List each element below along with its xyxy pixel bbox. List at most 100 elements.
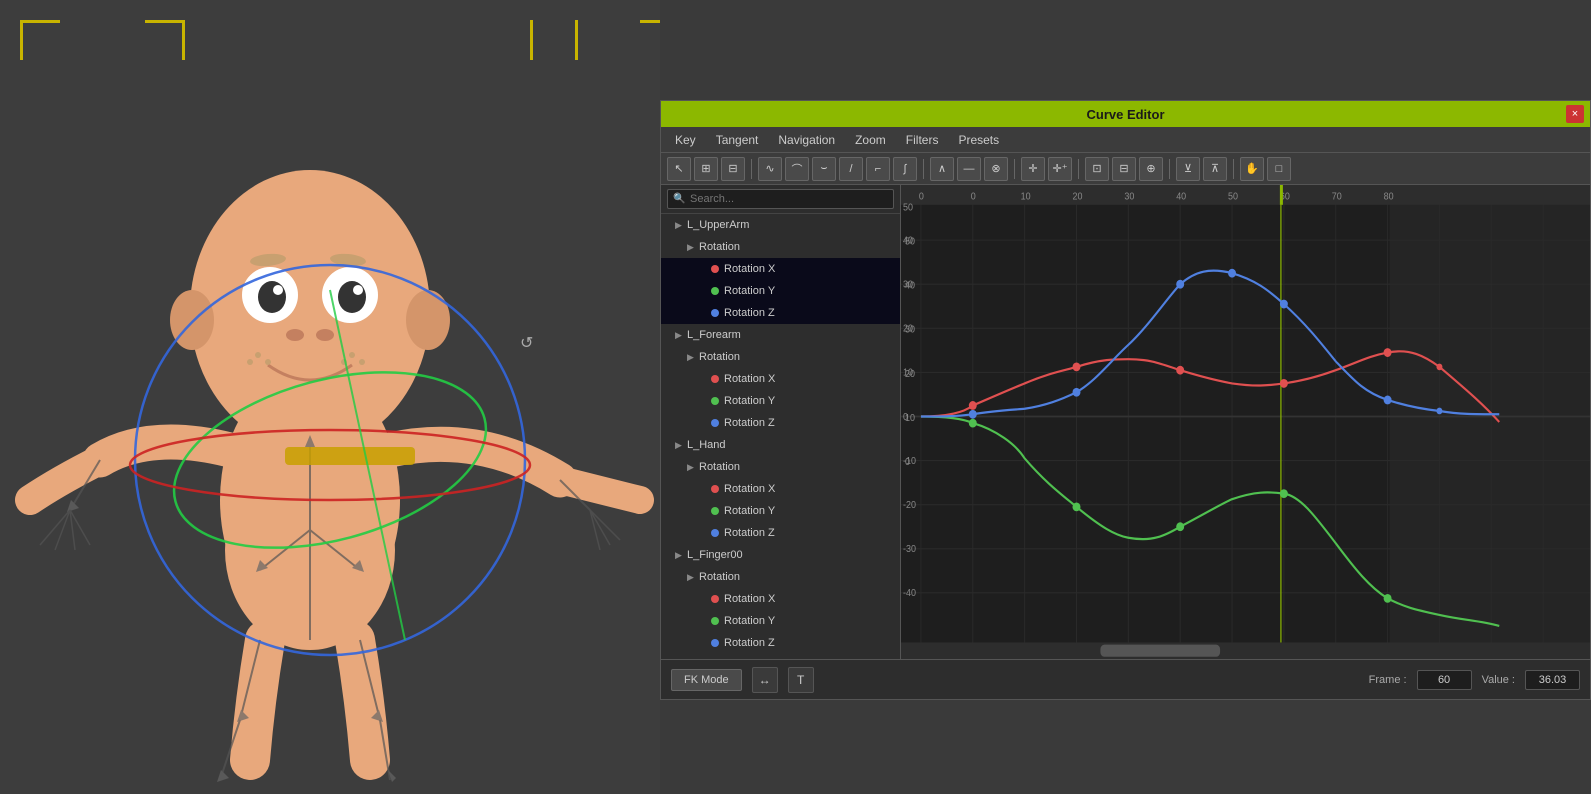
tree-item-rotation-finger00[interactable]: ▶ Rotation — [661, 566, 900, 588]
dot-rx-upperarm — [711, 265, 719, 273]
tool-unify-tangent[interactable]: ⊼ — [1203, 157, 1227, 181]
svg-text:0: 0 — [919, 191, 924, 203]
fk-mode-button[interactable]: FK Mode — [671, 669, 742, 691]
tool-tangent-auto[interactable]: ∧ — [930, 157, 954, 181]
tool-zoom-region[interactable]: ⊕ — [1139, 157, 1163, 181]
tree-item-rx-forearm[interactable]: Rotation X — [661, 368, 900, 390]
tool-pan[interactable]: ✋ — [1240, 157, 1264, 181]
tree-item-rotation-hand[interactable]: ▶ Rotation — [661, 456, 900, 478]
tool-fit-selected[interactable]: ⊟ — [1112, 157, 1136, 181]
label-ry-upperarm: Rotation Y — [724, 285, 775, 297]
label-L-Hand: L_Hand — [687, 439, 726, 451]
label-L-UpperArm: L_UpperArm — [687, 219, 749, 231]
tool-add-key[interactable]: ✛⁺ — [1048, 157, 1072, 181]
tree-item-rz-finger00[interactable]: Rotation Z — [661, 632, 900, 654]
tree-item-ry-hand[interactable]: Rotation Y — [661, 500, 900, 522]
tool-break-tangent[interactable]: ⊻ — [1176, 157, 1200, 181]
tree-item-rx-finger00[interactable]: Rotation X — [661, 588, 900, 610]
dot-rz-upperarm — [711, 309, 719, 317]
dot-rz-hand — [711, 529, 719, 537]
tool-fit-view[interactable]: ⊡ — [1085, 157, 1109, 181]
svg-text:80: 80 — [1384, 191, 1394, 203]
tree-item-rotation-upperarm[interactable]: ▶ Rotation — [661, 236, 900, 258]
toolbar-sep5 — [1169, 159, 1170, 179]
tool-tangent-flat[interactable]: — — [957, 157, 981, 181]
menu-filters[interactable]: Filters — [898, 131, 947, 149]
label-rotation-finger00: Rotation — [699, 571, 740, 583]
tree-item-rotation-forearm[interactable]: ▶ Rotation — [661, 346, 900, 368]
tree-item-rx-upperarm[interactable]: Rotation X — [661, 258, 900, 280]
label-rotation-hand: Rotation — [699, 461, 740, 473]
tool-select[interactable]: ↖ — [667, 157, 691, 181]
tree-item-rz-hand[interactable]: Rotation Z — [661, 522, 900, 544]
label-L-Forearm: L_Forearm — [687, 329, 741, 341]
dot-ry-hand — [711, 507, 719, 515]
svg-text:0: 0 — [903, 411, 908, 423]
label-ry-finger00: Rotation Y — [724, 615, 775, 627]
tree-item-rz-upperarm[interactable]: Rotation Z — [661, 302, 900, 324]
tool-spline[interactable]: ∿ — [758, 157, 782, 181]
frame-input[interactable] — [1417, 670, 1472, 690]
tool-info[interactable]: □ — [1267, 157, 1291, 181]
menu-presets[interactable]: Presets — [950, 131, 1007, 149]
menu-tangent[interactable]: Tangent — [708, 131, 767, 149]
menu-key[interactable]: Key — [667, 131, 704, 149]
tree-item-ry-finger00[interactable]: Rotation Y — [661, 610, 900, 632]
bottom-icon-left[interactable]: ↔ — [752, 667, 778, 693]
tool-ease-out[interactable]: ⌣ — [812, 157, 836, 181]
menu-zoom[interactable]: Zoom — [847, 131, 894, 149]
tool-step[interactable]: ⌐ — [866, 157, 890, 181]
label-rotation-forearm: Rotation — [699, 351, 740, 363]
bottom-icon-text[interactable]: T — [788, 667, 814, 693]
tool-linear[interactable]: / — [839, 157, 863, 181]
tree-item-L-UpperArm[interactable]: ▶ L_UpperArm — [661, 214, 900, 236]
title-bar: Curve Editor × — [661, 101, 1590, 127]
value-input[interactable] — [1525, 670, 1580, 690]
tool-ease-in[interactable]: ⌒ — [785, 157, 809, 181]
tool-lock[interactable]: ⊗ — [984, 157, 1008, 181]
label-rz-forearm: Rotation Z — [724, 417, 775, 429]
tree-item-L-Finger00[interactable]: ▶ L_Finger00 — [661, 544, 900, 566]
track-tree: ▶ L_UpperArm ▶ Rotation — [661, 214, 900, 659]
svg-text:-30: -30 — [903, 544, 916, 556]
arrow-rotation-upperarm: ▶ — [687, 242, 699, 253]
toolbar: ↖ ⊞ ⊟ ∿ ⌒ ⌣ / ⌐ ∫ ∧ — ⊗ ✛ ✛⁺ ⊡ ⊟ ⊕ ⊻ ⊼ ✋… — [661, 153, 1590, 185]
dot-ry-forearm — [711, 397, 719, 405]
label-L-Finger00: L_Finger00 — [687, 549, 743, 561]
label-rz-hand: Rotation Z — [724, 527, 775, 539]
label-ry-hand: Rotation Y — [724, 505, 775, 517]
dot-ry-finger00 — [711, 617, 719, 625]
toolbar-sep4 — [1078, 159, 1079, 179]
tree-item-rz-forearm[interactable]: Rotation Z — [661, 412, 900, 434]
svg-text:30: 30 — [903, 279, 913, 291]
search-icon: 🔍 — [673, 194, 685, 205]
tool-smooth[interactable]: ∫ — [893, 157, 917, 181]
label-rx-forearm: Rotation X — [724, 373, 775, 385]
tree-item-ry-forearm[interactable]: Rotation Y — [661, 390, 900, 412]
label-rz-upperarm: Rotation Z — [724, 307, 775, 319]
tree-item-L-Forearm[interactable]: ▶ L_Forearm — [661, 324, 900, 346]
tool-translate[interactable]: ✛ — [1021, 157, 1045, 181]
track-list[interactable]: 🔍 ▶ L_UpperArm ▶ — [661, 185, 901, 659]
dot-rx-finger00 — [711, 595, 719, 603]
arrow-rotation-hand: ▶ — [687, 462, 699, 473]
arrow-L-Forearm: ▶ — [675, 330, 687, 341]
menu-navigation[interactable]: Navigation — [770, 131, 843, 149]
svg-text:10: 10 — [1021, 191, 1031, 203]
svg-text:↺: ↺ — [520, 335, 533, 352]
frame-label: Frame : — [1369, 674, 1407, 686]
menu-bar: Key Tangent Navigation Zoom Filters Pres… — [661, 127, 1590, 153]
close-button[interactable]: × — [1566, 105, 1584, 123]
bottom-bar: FK Mode ↔ T Frame : Value : — [661, 659, 1590, 699]
tree-item-ry-upperarm[interactable]: Rotation Y — [661, 280, 900, 302]
search-input[interactable] — [667, 189, 894, 209]
tree-item-rx-hand[interactable]: Rotation X — [661, 478, 900, 500]
graph-area[interactable]: 0 0 10 20 30 40 50 60 70 80 50 40 30 20 … — [901, 185, 1590, 659]
tool-layers[interactable]: ⊟ — [721, 157, 745, 181]
tool-move[interactable]: ⊞ — [694, 157, 718, 181]
tree-item-L-Hand[interactable]: ▶ L_Hand — [661, 434, 900, 456]
arrow-rotation-forearm: ▶ — [687, 352, 699, 363]
toolbar-sep6 — [1233, 159, 1234, 179]
character-viewport: ↺ — [0, 0, 660, 794]
svg-text:40: 40 — [903, 235, 913, 247]
